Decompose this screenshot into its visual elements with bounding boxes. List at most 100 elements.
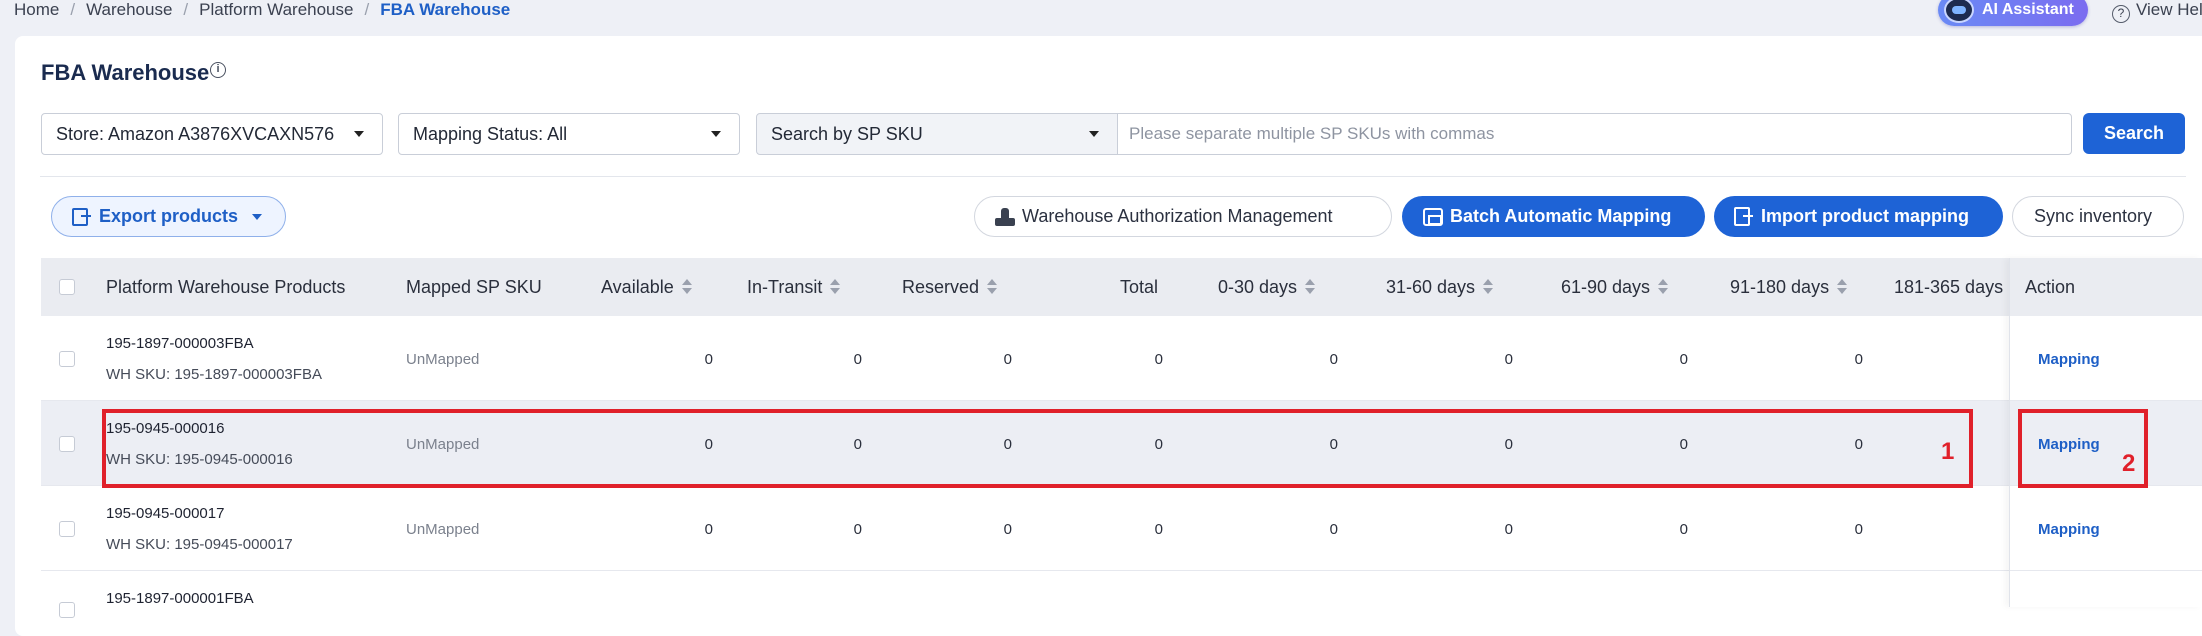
search-type-value: Search by SP SKU [771,124,923,144]
mapped-sku-status: UnMapped [406,521,480,538]
wh-sku: WH SKU: 195-0945-000017 [106,536,293,553]
import-mapping-label: Import product mapping [1761,206,1969,226]
search-type-select[interactable]: Search by SP SKU [756,113,1118,155]
warehouse-authorization-label: Warehouse Authorization Management [1022,206,1333,226]
reserved-value: 0 [1003,351,1012,368]
info-icon[interactable]: i [210,62,226,78]
in-transit-value: 0 [853,521,862,538]
view-help-label: View Hel [2136,0,2202,19]
mapping-status-value: Mapping Status: All [413,124,568,144]
row-checkbox[interactable] [59,602,75,618]
column-header-in-transit[interactable]: In-Transit [747,258,841,316]
export-products-button[interactable]: Export products [51,196,286,237]
column-header-label: Reserved [902,277,980,297]
breadcrumb-separator: / [70,0,76,19]
days-91-180-value: 0 [1854,351,1863,368]
top-bar: Home / Warehouse / Platform Warehouse / FBA Wa… [0,0,2202,26]
product-name: 195-1897-000003FBA [106,335,254,352]
divider [40,176,2186,177]
column-header-available[interactable]: Available [601,258,692,316]
caret-down-icon [354,131,364,137]
total-value: 0 [1154,351,1163,368]
column-header-total: Total [1120,277,1159,297]
column-header-0-30[interactable]: 0-30 days [1218,258,1316,316]
days-61-90-value: 0 [1679,351,1688,368]
row-checkbox[interactable] [59,521,75,537]
reserved-value: 0 [1003,521,1012,538]
days-91-180-value: 0 [1854,521,1863,538]
chevron-down-icon [252,214,262,220]
table-row [41,571,2202,607]
caret-down-icon [1089,131,1099,137]
export-icon [72,208,91,226]
product-name: 195-1897-000001FBA [106,590,254,607]
product-name: 195-0945-000017 [106,505,225,522]
wh-sku: WH SKU: 195-1897-000003FBA [106,366,322,383]
column-header-31-60[interactable]: 31-60 days [1386,258,1494,316]
mapping-status-select[interactable]: Mapping Status: All [398,113,740,155]
store-select[interactable]: Store: Amazon A3876XVCAXN576 [41,113,383,155]
days-0-30-value: 0 [1329,351,1338,368]
sort-icon[interactable] [1305,279,1316,295]
annotation-label-1: 1 [1941,438,1955,465]
import-icon [1734,207,1753,226]
export-label: Export products [99,206,239,226]
breadcrumb: Home / Warehouse / Platform Warehouse / FBA Wa… [14,0,510,20]
annotation-label-2: 2 [2122,450,2136,477]
highlight-box-row [102,409,1973,488]
breadcrumb-home[interactable]: Home [14,0,59,20]
column-header-61-90[interactable]: 61-90 days [1561,258,1669,316]
store-select-value: Store: Amazon A3876XVCAXN576 [56,124,335,144]
row-checkbox[interactable] [59,351,75,367]
sync-inventory-button[interactable]: Sync inventory [2012,196,2184,237]
search-button[interactable]: Search [2083,113,2185,154]
mapped-sku-status: UnMapped [406,351,480,368]
sort-icon[interactable] [681,279,692,295]
caret-down-icon [711,131,721,137]
batch-automatic-mapping-button[interactable]: Batch Automatic Mapping [1402,196,1705,237]
column-header-label: 91-180 days [1730,277,1830,297]
row-checkbox[interactable] [59,436,75,452]
stamp-icon [995,208,1015,226]
sort-icon[interactable] [1837,279,1848,295]
batch-mapping-label: Batch Automatic Mapping [1450,206,1672,226]
sort-icon[interactable] [1658,279,1669,295]
in-transit-value: 0 [853,351,862,368]
sort-icon[interactable] [987,279,998,295]
days-31-60-value: 0 [1504,521,1513,538]
column-header-label: Available [601,277,674,297]
column-header-label: In-Transit [747,277,823,297]
column-header-mapped-sku: Mapped SP SKU [406,277,542,297]
import-product-mapping-button[interactable]: Import product mapping [1714,196,2003,237]
column-header-91-180[interactable]: 91-180 days [1730,258,1848,316]
breadcrumb-current: FBA Warehouse [380,0,511,19]
select-all-checkbox[interactable] [59,279,75,295]
table-row [41,316,2202,401]
days-0-30-value: 0 [1329,521,1338,538]
breadcrumb-warehouse[interactable]: Warehouse [86,0,172,20]
view-help-link[interactable]: ? View Hel [2112,0,2202,23]
days-61-90-value: 0 [1679,521,1688,538]
question-circle-icon: ? [2112,5,2130,23]
total-value: 0 [1154,521,1163,538]
sort-icon[interactable] [1483,279,1494,295]
breadcrumb-separator: / [183,0,189,19]
available-value: 0 [704,521,713,538]
robot-icon [1944,0,1974,23]
sku-search-input[interactable]: Please separate multiple SP SKUs with co… [1117,113,2072,155]
ai-assistant-button[interactable]: AI Assistant [1938,0,2088,26]
column-header-label: 31-60 days [1386,277,1476,297]
sort-icon[interactable] [830,279,841,295]
days-31-60-value: 0 [1504,351,1513,368]
column-header-181-365: 181-365 days [1894,277,2004,297]
column-header-reserved[interactable]: Reserved [902,258,998,316]
mapping-icon [1423,208,1443,226]
table-row [41,486,2202,571]
breadcrumb-platform-warehouse[interactable]: Platform Warehouse [199,0,353,20]
search-placeholder: Please separate multiple SP SKUs with co… [1129,124,1495,143]
page-title: FBA Warehouse [41,60,210,85]
column-header-label: 0-30 days [1218,277,1298,297]
column-header-label: 61-90 days [1561,277,1651,297]
warehouse-authorization-button[interactable]: Warehouse Authorization Management [974,196,1392,237]
column-header-product: Platform Warehouse Products [106,277,346,297]
